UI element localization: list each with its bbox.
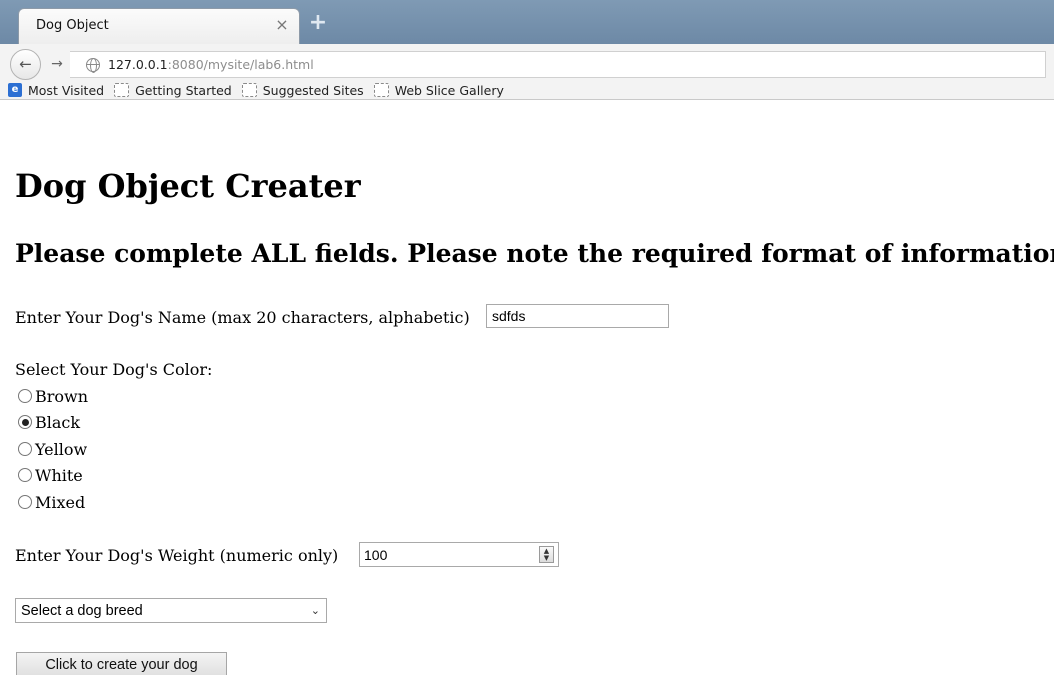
dog-weight-value: 100 (364, 547, 388, 563)
url-host: 127.0.0.1 (108, 57, 168, 72)
spinner-arrows-icon[interactable]: ▲ ▼ (539, 546, 554, 563)
color-option-label: Mixed (35, 492, 86, 512)
dog-name-label: Enter Your Dog's Name (max 20 characters… (15, 308, 470, 327)
bookmark-page-icon (114, 83, 130, 97)
bookmark-label: Suggested Sites (262, 82, 364, 98)
color-option-white[interactable]: White (18, 464, 83, 486)
url-path: :8080/mysite/lab6.html (167, 57, 314, 72)
radio-button[interactable] (18, 442, 32, 456)
bookmark-getting-started[interactable]: Getting Started (114, 83, 232, 98)
color-option-label: Yellow (35, 439, 88, 459)
bookmark-label: Web Slice Gallery (394, 82, 504, 98)
color-option-brown[interactable]: Brown (18, 385, 88, 407)
dog-weight-input[interactable]: 100 ▲ ▼ (359, 542, 559, 567)
radio-button[interactable] (18, 389, 32, 403)
bookmark-web-slice-gallery[interactable]: Web Slice Gallery (373, 82, 504, 98)
forward-arrow-icon[interactable]: → (47, 53, 67, 75)
radio-button-selected[interactable] (18, 415, 32, 429)
color-option-label: Brown (35, 386, 89, 406)
tab-strip: Dog Object × + (0, 0, 1054, 44)
close-icon[interactable]: × (273, 16, 291, 34)
page-subtitle: Please complete ALL fields. Please note … (15, 239, 1054, 268)
bookmarks-toolbar: e Most Visited Getting Started Suggested… (8, 81, 514, 99)
color-option-yellow[interactable]: Yellow (18, 438, 87, 460)
bookmark-suggested-sites[interactable]: Suggested Sites (241, 82, 364, 98)
address-bar[interactable]: 127.0.0.1:8080/mysite/lab6.html (70, 51, 1046, 78)
bookmark-page-icon (373, 83, 389, 97)
back-arrow-icon[interactable]: ← (10, 49, 41, 80)
dog-breed-selected: Select a dog breed (21, 603, 143, 619)
create-dog-button[interactable]: Click to create your dog (16, 652, 227, 675)
bookmark-label: Most Visited (28, 82, 105, 98)
color-option-black[interactable]: Black (18, 411, 80, 433)
ie-icon: e (8, 83, 22, 97)
browser-tab[interactable]: Dog Object × (18, 8, 300, 44)
color-option-label: Black (35, 412, 81, 432)
bookmark-most-visited[interactable]: e Most Visited (8, 83, 104, 98)
dog-breed-select[interactable]: Select a dog breed ⌄ (15, 598, 327, 623)
globe-icon (86, 58, 100, 73)
dog-weight-label: Enter Your Dog's Weight (numeric only) (15, 546, 339, 565)
chevron-down-icon: ⌄ (310, 604, 320, 617)
bookmark-page-icon (241, 83, 257, 97)
new-tab-icon[interactable]: + (306, 12, 330, 36)
color-option-label: White (35, 465, 83, 485)
url-text: 127.0.0.1:8080/mysite/lab6.html (108, 57, 314, 72)
dog-color-label: Select Your Dog's Color: (15, 360, 213, 379)
page-title: Dog Object Creater (15, 167, 361, 205)
navigation-toolbar: ← → 127.0.0.1:8080/mysite/lab6.html e Mo… (0, 44, 1054, 100)
color-option-mixed[interactable]: Mixed (18, 491, 85, 513)
bookmark-label: Getting Started (135, 82, 232, 98)
radio-button[interactable] (18, 495, 32, 509)
dog-name-input[interactable]: sdfds (486, 304, 669, 328)
tab-title: Dog Object (36, 18, 109, 33)
radio-button[interactable] (18, 468, 32, 482)
